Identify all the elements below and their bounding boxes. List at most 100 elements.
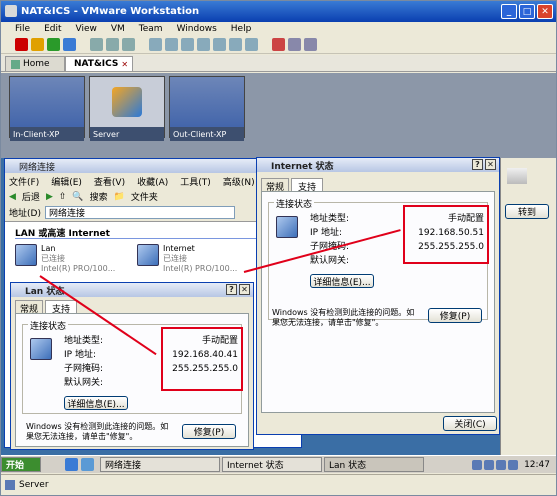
- dialog-title: Internet 状态: [271, 161, 334, 172]
- address-input[interactable]: 网络连接: [44, 206, 235, 219]
- explorer-menu-edit[interactable]: 编辑(E): [51, 175, 82, 188]
- explorer-menu-tools[interactable]: 工具(T): [180, 175, 211, 188]
- tray-icon[interactable]: [508, 459, 519, 470]
- label-gateway: 默认网关:: [64, 378, 104, 388]
- taskbar-item-lan-status[interactable]: Lan 状态: [324, 457, 424, 472]
- folder-icon[interactable]: 📁: [114, 192, 125, 202]
- label-gateway: 默认网关:: [310, 256, 350, 266]
- guest-taskbar: 开始 网络连接 Internet 状态 Lan 状态 12:47: [1, 455, 556, 473]
- search-icon[interactable]: 🔍: [72, 192, 83, 202]
- vm-thumbnail-bar: In-Client-XP Server Out-Client-XP: [1, 73, 556, 158]
- label-address-type: 地址类型:: [310, 214, 350, 224]
- app-icon: [5, 5, 17, 17]
- reset-icon[interactable]: [63, 38, 76, 51]
- close-dialog-button[interactable]: 关闭(C): [443, 416, 497, 431]
- menu-edit[interactable]: Edit: [44, 24, 61, 34]
- explorer-menu-file[interactable]: 文件(F): [9, 175, 39, 188]
- back-label[interactable]: 后退: [22, 190, 40, 203]
- snapshot-manager-icon[interactable]: [122, 38, 135, 51]
- repair-button[interactable]: 修复(P): [182, 424, 236, 439]
- vmware-logo-icon: [112, 87, 142, 117]
- toolbar: [1, 36, 556, 54]
- repair-button[interactable]: 修复(P): [428, 308, 482, 323]
- quicklaunch-ie-icon[interactable]: [65, 458, 78, 471]
- connection-internet[interactable]: Internet 已连接 Intel(R) PRO/100...: [137, 244, 237, 274]
- tab-home[interactable]: Home: [5, 56, 65, 71]
- details-button[interactable]: 详细信息(E)...: [64, 396, 128, 410]
- team-icon-3[interactable]: [304, 38, 317, 51]
- help-button[interactable]: ?: [226, 284, 237, 295]
- view-icon-1[interactable]: [149, 38, 162, 51]
- status-labels: 地址类型: IP 地址: 子网掩码: 默认网关:: [310, 212, 349, 268]
- thumbnail-in-client[interactable]: In-Client-XP: [9, 76, 85, 141]
- power-off-icon[interactable]: [15, 38, 28, 51]
- view-icon-3[interactable]: [181, 38, 194, 51]
- status-labels: 地址类型: IP 地址: 子网掩码: 默认网关:: [64, 334, 103, 390]
- menu-file[interactable]: File: [15, 24, 30, 34]
- connection-status: 已连接: [41, 254, 65, 263]
- group-label: 连接状态: [274, 197, 315, 210]
- taskbar-item-internet-status[interactable]: Internet 状态: [222, 457, 322, 472]
- quicklaunch-desktop-icon[interactable]: [81, 458, 94, 471]
- network-adapter-icon: [15, 244, 37, 266]
- help-button[interactable]: ?: [472, 159, 483, 170]
- thumbnail-label: Out-Client-XP: [170, 127, 244, 141]
- menu-view[interactable]: View: [76, 24, 97, 34]
- maximize-button[interactable]: □: [519, 4, 535, 19]
- view-icon-2[interactable]: [165, 38, 178, 51]
- tray-icon[interactable]: [472, 459, 483, 470]
- connection-status: 已连接: [163, 254, 187, 263]
- details-button[interactable]: 详细信息(E)...: [310, 274, 374, 288]
- view-icon-5[interactable]: [213, 38, 226, 51]
- connection-lan[interactable]: Lan 已连接 Intel(R) PRO/100...: [15, 244, 115, 274]
- explorer-menu-favorites[interactable]: 收藏(A): [137, 175, 168, 188]
- snapshot-icon[interactable]: [90, 38, 103, 51]
- address-bar: 地址(D) 网络连接: [9, 206, 235, 219]
- minimize-button[interactable]: _: [501, 4, 517, 19]
- clock: 12:47: [524, 459, 550, 470]
- label-subnet: 子网掩码:: [64, 364, 104, 374]
- power-on-icon[interactable]: [47, 38, 60, 51]
- revert-icon[interactable]: [106, 38, 119, 51]
- explorer-menu-advanced[interactable]: 高级(N): [223, 175, 255, 188]
- team-icon-1[interactable]: [272, 38, 285, 51]
- repair-message: Windows 没有检测到此连接的问题。如果您无法连接，请单击"修复"。: [26, 422, 169, 441]
- menu-vm[interactable]: VM: [111, 24, 125, 34]
- network-adapter-icon: [30, 338, 52, 360]
- close-button[interactable]: ✕: [537, 4, 553, 19]
- connection-name: Internet: [163, 244, 195, 253]
- highlight-internet-values: [403, 205, 489, 264]
- highlight-lan-values: [161, 327, 243, 391]
- thumbnail-out-client[interactable]: Out-Client-XP: [169, 76, 245, 141]
- connection-name: Lan: [41, 244, 56, 253]
- dialog-title-bar: Internet 状态 ? ✕: [257, 158, 499, 172]
- tray-icon[interactable]: [496, 459, 507, 470]
- group-label: 连接状态: [28, 319, 69, 332]
- taskbar-item-network[interactable]: 网络连接: [100, 457, 220, 472]
- thumbnail-server[interactable]: Server: [89, 76, 165, 141]
- folders-label[interactable]: 文件夹: [131, 190, 158, 203]
- go-button[interactable]: 转到: [505, 204, 549, 219]
- view-icon-4[interactable]: [197, 38, 210, 51]
- dialog-close-button[interactable]: ✕: [239, 284, 250, 295]
- start-button[interactable]: 开始: [1, 457, 41, 472]
- explorer-toolbar: ◀ 后退 ▶ ⇧ 🔍 搜索 📁 文件夹: [9, 190, 158, 204]
- back-arrow-icon[interactable]: ◀: [9, 192, 16, 202]
- address-label: 地址(D): [9, 209, 41, 219]
- tab-nat-ics[interactable]: NAT&ICS ✕: [65, 56, 133, 71]
- menu-team[interactable]: Team: [139, 24, 163, 34]
- menu-windows[interactable]: Windows: [177, 24, 217, 34]
- dialog-close-button[interactable]: ✕: [485, 159, 496, 170]
- team-icon-2[interactable]: [288, 38, 301, 51]
- view-icon-7[interactable]: [245, 38, 258, 51]
- suspend-icon[interactable]: [31, 38, 44, 51]
- explorer-title: 网络连接: [19, 162, 56, 173]
- search-label[interactable]: 搜索: [90, 190, 108, 203]
- up-folder-icon[interactable]: ⇧: [59, 192, 67, 202]
- explorer-menu-view[interactable]: 查看(V): [94, 175, 125, 188]
- tray-icon[interactable]: [484, 459, 495, 470]
- forward-arrow-icon[interactable]: ▶: [46, 192, 53, 202]
- menu-help[interactable]: Help: [231, 24, 252, 34]
- tab-close-icon[interactable]: ✕: [121, 60, 128, 69]
- view-icon-6[interactable]: [229, 38, 242, 51]
